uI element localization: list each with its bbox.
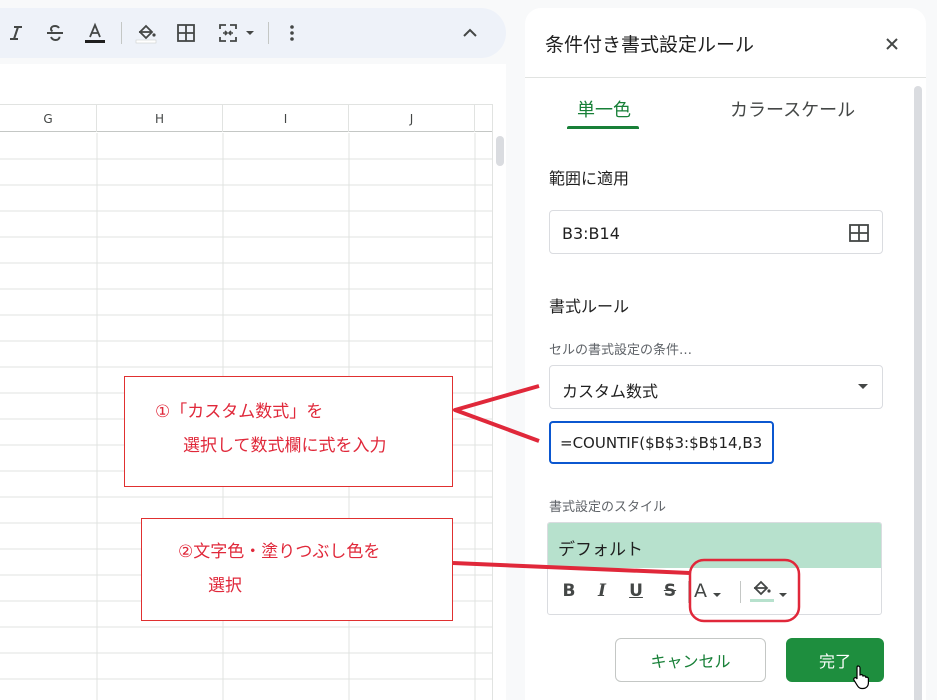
italic-button[interactable] — [2, 19, 30, 47]
custom-formula-input[interactable]: =COUNTIF($B$3:$B$14,B3 — [549, 421, 774, 464]
underline-button[interactable]: U — [625, 577, 647, 605]
range-label: 範囲に適用 — [549, 169, 630, 188]
toolbar — [0, 8, 506, 58]
style-preset-dropdown[interactable]: デフォルト — [548, 523, 881, 568]
close-panel-button[interactable] — [880, 32, 904, 56]
tab-single-color[interactable]: 単一色 — [577, 96, 631, 122]
toolbar-divider — [121, 22, 122, 44]
annotation-callout-1: ①「カスタム数式」を 選択して数式欄に式を入力 — [124, 376, 453, 487]
style-label: 書式設定のスタイル — [549, 500, 667, 515]
more-vert-icon — [290, 25, 294, 41]
paint-bucket-icon — [135, 24, 157, 44]
close-icon — [886, 38, 898, 50]
collapse-toolbar-button[interactable] — [456, 19, 484, 47]
panel-scrollbar[interactable] — [914, 86, 922, 700]
format-divider — [740, 581, 741, 603]
conditional-format-panel: 条件付き書式設定ルール 単一色 カラースケール 範囲に適用 B3:B14 書式ル… — [525, 8, 926, 700]
bold-button[interactable]: B — [558, 577, 580, 605]
style-preview-text: デフォルト — [558, 540, 643, 560]
sheet-vertical-scrollbar[interactable] — [492, 104, 506, 700]
strikethrough-icon — [47, 24, 63, 42]
condition-label: セルの書式設定の条件… — [549, 343, 693, 358]
column-header-row: G H I J — [0, 104, 492, 132]
text-color-icon — [85, 22, 105, 43]
column-header-j[interactable]: J — [349, 105, 475, 132]
caret-down-icon — [246, 31, 254, 35]
chevron-up-icon — [463, 28, 477, 37]
condition-value: カスタム数式 — [562, 382, 659, 401]
scrollbar-thumb[interactable] — [496, 136, 504, 166]
column-header-i[interactable]: I — [223, 105, 349, 132]
caret-down-icon — [779, 593, 787, 597]
condition-dropdown[interactable]: カスタム数式 — [549, 365, 883, 409]
active-tab-indicator — [567, 126, 639, 129]
column-header-g[interactable]: G — [0, 105, 97, 132]
format-divider — [688, 581, 689, 603]
paint-bucket-icon — [750, 580, 774, 602]
range-value: B3:B14 — [562, 224, 620, 243]
formula-value: =COUNTIF($B$3:$B$14,B3 — [560, 434, 763, 452]
italic-format-button[interactable]: I — [591, 577, 613, 605]
column-header-h[interactable]: H — [97, 105, 223, 132]
strikethrough-button[interactable] — [41, 19, 69, 47]
range-input[interactable]: B3:B14 — [549, 210, 883, 254]
caret-down-icon — [713, 593, 721, 597]
annotation-callout-2: ②文字色・塗りつぶし色を 選択 — [141, 518, 453, 621]
borders-button[interactable] — [172, 19, 200, 47]
callout-2-line-2: 選択 — [208, 576, 242, 596]
strikethrough-format-button[interactable]: S — [659, 577, 681, 605]
fill-color-button[interactable] — [132, 19, 160, 47]
merge-cells-icon — [219, 24, 237, 42]
merge-cells-button[interactable] — [214, 19, 242, 47]
format-rules-label: 書式ルール — [549, 297, 630, 316]
more-options-button[interactable] — [278, 19, 306, 47]
fill-color-picker[interactable] — [748, 577, 792, 605]
text-color-button[interactable] — [81, 19, 109, 47]
panel-divider — [525, 77, 926, 78]
panel-title: 条件付き書式設定ルール — [545, 34, 755, 56]
dropdown-arrow-icon — [858, 384, 868, 389]
text-color-letter: A — [694, 580, 707, 602]
tab-color-scale[interactable]: カラースケール — [730, 96, 855, 122]
merge-dropdown-arrow[interactable] — [242, 19, 258, 47]
toolbar-divider — [268, 22, 269, 44]
cancel-button[interactable]: キャンセル — [615, 638, 766, 682]
screen: G H I J 条件付き書式設定ルール 単一色 カラースケール 範囲に適用 B3… — [0, 0, 937, 700]
italic-icon — [10, 26, 22, 40]
format-style-box: デフォルト B I U S A — [547, 522, 882, 615]
text-color-picker[interactable]: A — [694, 577, 732, 605]
select-range-icon[interactable] — [848, 222, 870, 244]
callout-2-line-1: ②文字色・塗りつぶし色を — [178, 542, 381, 562]
borders-icon — [177, 24, 195, 42]
callout-1-line-2: 選択して数式欄に式を入力 — [183, 436, 387, 456]
callout-1-line-1: ①「カスタム数式」を — [155, 402, 324, 422]
hand-cursor-icon — [853, 665, 869, 690]
